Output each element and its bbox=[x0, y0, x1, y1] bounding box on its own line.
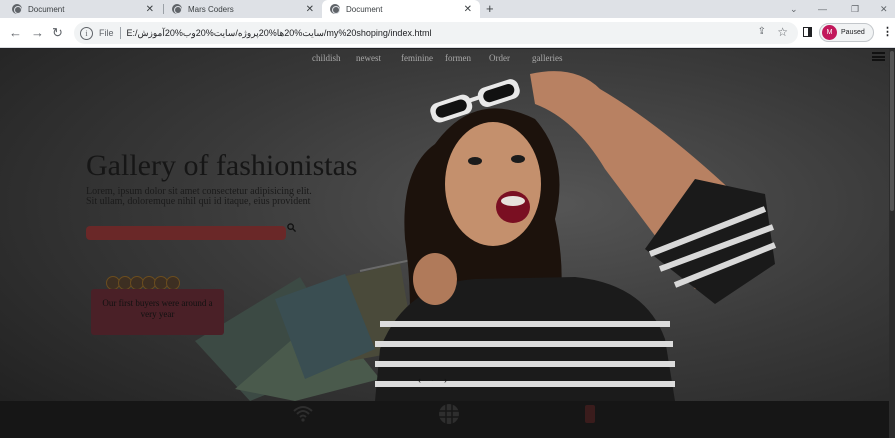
hero-title: Gallery of fashionistas bbox=[86, 149, 358, 182]
reload-icon[interactable]: ↻ bbox=[52, 25, 63, 41]
tab-label: Mars Coders bbox=[188, 4, 234, 14]
restore-icon[interactable]: ❐ bbox=[851, 0, 859, 18]
page-viewport: childish newest feminine formen Order ga… bbox=[0, 49, 895, 438]
carousel-prev-icon[interactable]: ‹ bbox=[418, 375, 421, 385]
nav-link-order[interactable]: Order bbox=[489, 53, 510, 63]
testimonial-card: Our first buyers were around a very year bbox=[91, 289, 224, 335]
minimize-icon[interactable]: — bbox=[818, 0, 827, 18]
tag-icon bbox=[585, 405, 595, 423]
window-close-icon[interactable]: ✕ bbox=[880, 0, 888, 18]
new-tab-button[interactable]: + bbox=[486, 0, 494, 18]
search-input[interactable] bbox=[86, 226, 286, 240]
search-icon[interactable] bbox=[287, 223, 296, 232]
share-icon[interactable]: ⇪ bbox=[758, 26, 766, 37]
globe-icon bbox=[330, 4, 340, 14]
browser-toolbar: ← → ↻ i File E:/سایت%20ها%20پروژه/سایت%2… bbox=[0, 18, 895, 48]
hero-model-image bbox=[195, 71, 777, 401]
side-panel-icon[interactable] bbox=[803, 27, 812, 37]
globe-icon bbox=[172, 4, 182, 14]
forward-arrow-icon[interactable]: → bbox=[31, 25, 44, 41]
profile-button[interactable]: M Paused bbox=[819, 23, 874, 42]
profile-avatar: M bbox=[822, 25, 837, 40]
url-text[interactable]: E:/سایت%20ها%20پروژه/سایت%20وب%20آموزش/m… bbox=[127, 28, 432, 39]
avatar bbox=[166, 276, 180, 290]
nav-link-newest[interactable]: newest bbox=[356, 53, 381, 63]
tab-search-icon[interactable]: ⌄ bbox=[790, 0, 798, 18]
carousel-controls: ‹ · › bbox=[418, 375, 447, 385]
globe-grid-icon bbox=[439, 404, 459, 424]
info-icon[interactable]: i bbox=[80, 26, 93, 40]
buyer-avatars bbox=[106, 276, 180, 290]
scrollbar-thumb[interactable] bbox=[890, 51, 894, 211]
wifi-icon bbox=[293, 406, 313, 422]
scrollbar[interactable] bbox=[889, 49, 895, 438]
tab-strip: Document ✕ Mars Coders ✕ Document ✕ + ⌄ … bbox=[0, 0, 895, 18]
nav-link-feminine[interactable]: feminine bbox=[401, 53, 433, 63]
menu-kebab-icon[interactable]: ⋮ bbox=[882, 26, 893, 38]
tab-document-1[interactable]: Document ✕ bbox=[4, 0, 162, 18]
back-arrow-icon[interactable]: ← bbox=[9, 25, 22, 41]
address-bar[interactable]: i File E:/سایت%20ها%20پروژه/سایت%20وب%20… bbox=[74, 22, 798, 44]
close-icon[interactable]: ✕ bbox=[306, 4, 314, 15]
tab-label: Document bbox=[28, 4, 65, 14]
nav-link-childish[interactable]: childish bbox=[312, 53, 341, 63]
carousel-dot[interactable]: · bbox=[431, 375, 434, 385]
carousel-next-icon[interactable]: › bbox=[444, 375, 447, 385]
site-nav: childish newest feminine formen Order ga… bbox=[0, 53, 895, 67]
close-icon[interactable]: ✕ bbox=[146, 4, 154, 15]
tab-document-active[interactable]: Document ✕ bbox=[322, 0, 480, 18]
url-scheme-label: File bbox=[99, 28, 114, 38]
tab-label: Document bbox=[346, 4, 383, 14]
url-divider bbox=[119, 27, 121, 39]
hamburger-menu-icon[interactable] bbox=[872, 52, 885, 61]
bookmark-star-icon[interactable]: ☆ bbox=[777, 25, 788, 39]
close-icon[interactable]: ✕ bbox=[464, 4, 472, 15]
globe-icon bbox=[12, 4, 22, 14]
tab-mars-coders[interactable]: Mars Coders ✕ bbox=[164, 0, 322, 18]
hero-description: Lorem, ipsum dolor sit amet consectetur … bbox=[86, 186, 312, 207]
nav-link-formen[interactable]: formen bbox=[445, 53, 471, 63]
nav-link-galleries[interactable]: galleries bbox=[532, 53, 563, 63]
profile-status: Paused bbox=[841, 29, 865, 36]
